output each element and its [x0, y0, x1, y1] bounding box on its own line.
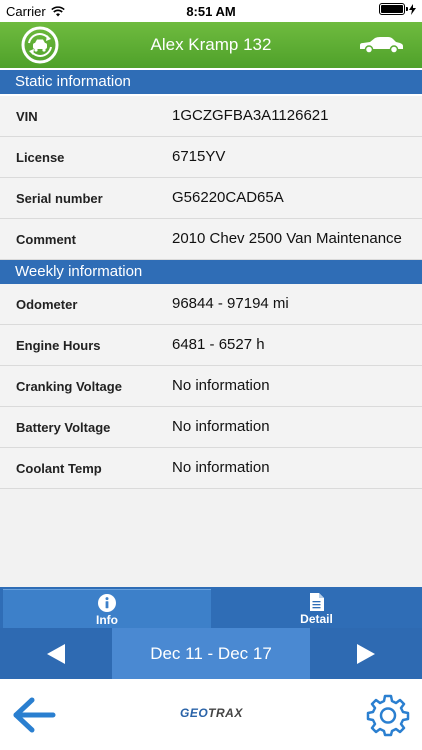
info-row-coolant-temp: Coolant Temp No information: [0, 448, 422, 489]
row-value: No information: [172, 418, 270, 435]
info-row-cranking-voltage: Cranking Voltage No information: [0, 366, 422, 407]
next-week-button[interactable]: [310, 628, 422, 679]
logo-part2: TRAX: [208, 706, 243, 720]
info-row-engine-hours: Engine Hours 6481 - 6527 h: [0, 325, 422, 366]
charging-bolt-icon: [409, 3, 416, 15]
row-label: Cranking Voltage: [16, 379, 122, 394]
car-icon[interactable]: [358, 36, 404, 54]
row-value: 6715YV: [172, 148, 226, 165]
content-empty-area: [0, 489, 422, 587]
row-value: 6481 - 6527 h: [172, 336, 265, 353]
bottom-toolbar: GEOTRAX: [0, 679, 422, 750]
row-label: Engine Hours: [16, 338, 101, 353]
page-title: Alex Kramp 132: [150, 35, 272, 54]
sync-button[interactable]: [20, 25, 60, 65]
tab-info[interactable]: Info: [3, 589, 211, 628]
info-row-battery-voltage: Battery Voltage No information: [0, 407, 422, 448]
status-time: 8:51 AM: [186, 4, 236, 19]
battery-fill: [381, 5, 403, 13]
info-row-odometer: Odometer 96844 - 97194 mi: [0, 284, 422, 325]
static-section-header: Static information: [0, 70, 422, 94]
info-row-comment: Comment 2010 Chev 2500 Van Maintenance: [0, 219, 422, 260]
info-row-serial-number: Serial number G56220CAD65A: [0, 178, 422, 219]
row-value: 2010 Chev 2500 Van Maintenance: [172, 230, 402, 247]
info-row-vin: VIN 1GCZGFBA3A1126621: [0, 96, 422, 137]
battery-icon: [379, 3, 408, 15]
week-range-label: Dec 11 - Dec 17: [112, 628, 310, 679]
row-value: G56220CAD65A: [172, 189, 284, 206]
status-right: [379, 3, 416, 15]
info-icon: [98, 594, 116, 612]
tab-detail-label: Detail: [300, 612, 333, 626]
right-triangle-icon: [357, 643, 375, 664]
previous-week-button[interactable]: [0, 628, 112, 679]
geotrax-logo: GEOTRAX: [180, 706, 243, 720]
week-navigator: Dec 11 - Dec 17: [0, 628, 422, 679]
document-icon: [310, 593, 324, 611]
logo-part1: GEO: [180, 706, 209, 720]
row-value: No information: [172, 377, 270, 394]
row-label: Coolant Temp: [16, 461, 102, 476]
row-label: License: [16, 150, 65, 165]
info-row-license: License 6715YV: [0, 137, 422, 178]
gear-icon[interactable]: [366, 693, 410, 737]
tab-bar: Info Detail: [0, 587, 422, 628]
row-value: 1GCZGFBA3A1126621: [172, 107, 329, 124]
row-label: Comment: [16, 232, 76, 247]
app-header: Alex Kramp 132: [0, 22, 422, 68]
row-label: VIN: [16, 109, 38, 124]
row-label: Serial number: [16, 191, 103, 206]
row-value: No information: [172, 459, 270, 476]
row-value: 96844 - 97194 mi: [172, 295, 289, 312]
weekly-section-header: Weekly information: [0, 260, 422, 284]
row-label: Battery Voltage: [16, 420, 111, 435]
tab-detail[interactable]: Detail: [213, 589, 420, 628]
row-label: Odometer: [16, 297, 78, 312]
left-triangle-icon: [47, 643, 65, 664]
status-bar: Carrier 8:51 AM: [0, 0, 422, 22]
tab-info-label: Info: [96, 613, 118, 627]
back-arrow-button[interactable]: [12, 695, 56, 735]
